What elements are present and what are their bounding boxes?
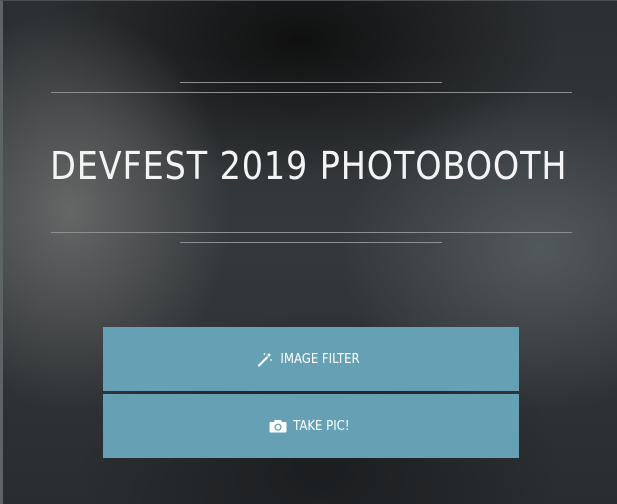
magic-wand-icon (257, 352, 273, 367)
take-pic-button[interactable]: TAKE PIC! (103, 394, 519, 458)
bottom-divider-long (51, 232, 572, 233)
page-title: DEVFEST 2019 PHOTOBOOTH (50, 144, 568, 188)
top-divider-long (51, 92, 572, 93)
image-filter-label: IMAGE FILTER (280, 351, 361, 367)
bottom-divider-short (180, 242, 442, 243)
camera-icon (269, 419, 287, 433)
take-pic-label: TAKE PIC! (293, 418, 350, 434)
image-filter-button[interactable]: IMAGE FILTER (103, 327, 519, 391)
top-divider-short (180, 82, 442, 83)
